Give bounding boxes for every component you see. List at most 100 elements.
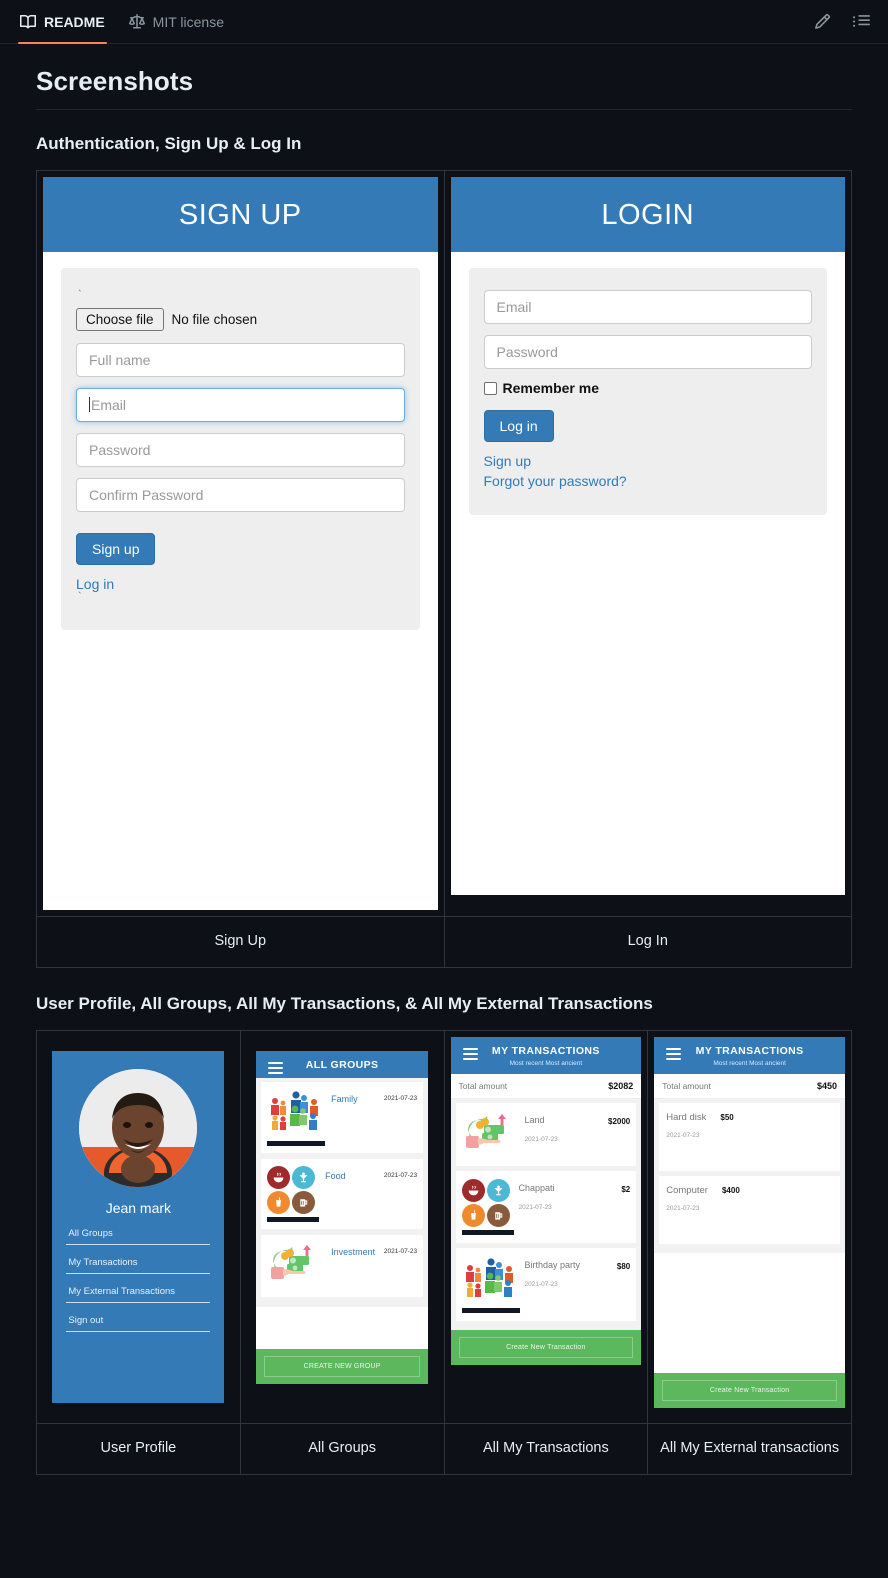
- cell-signup-mock: SIGN UP ` Choose file No file chosen Ful…: [36, 170, 445, 917]
- investment-money-icon: [462, 1111, 520, 1158]
- create-new-group-button[interactable]: CREATE NEW GROUP: [264, 1355, 421, 1377]
- profile-link-sign-out[interactable]: Sign out: [66, 1315, 211, 1332]
- transactions-sort-options[interactable]: Most recent Most ancient: [461, 1060, 632, 1067]
- login-submit-button[interactable]: Log in: [483, 410, 554, 442]
- caption-all-my-transactions: All My Transactions: [443, 1422, 649, 1475]
- profile-link-my-external-transactions[interactable]: My External Transactions: [66, 1286, 211, 1303]
- file-tab-bar: README MIT license: [0, 0, 888, 44]
- my-transactions-screen: MY TRANSACTIONS Most recent Most ancient…: [450, 1036, 642, 1365]
- caption-signup: Sign Up: [36, 916, 445, 968]
- list-item[interactable]: Birthday party 2021-07-23 $80: [455, 1247, 637, 1321]
- app-screenshot-table: Jean mark All Groups My Transactions My …: [36, 1029, 852, 1475]
- hamburger-icon[interactable]: [462, 1047, 478, 1063]
- transaction-name: Birthday party: [524, 1259, 581, 1270]
- signup-header: SIGN UP: [43, 177, 438, 252]
- cell-transactions-mock: MY TRANSACTIONS Most recent Most ancient…: [443, 1029, 649, 1424]
- groups-blank-area: [256, 1306, 429, 1349]
- fullname-input[interactable]: Full name: [76, 343, 405, 377]
- group-date: 2021-07-23: [383, 1094, 418, 1102]
- transaction-date: 2021-07-23: [666, 1204, 700, 1212]
- all-groups-screen: ALL GROUPS Family 2021-07-23 Food 2021-0…: [256, 1050, 429, 1384]
- transaction-amount: $80: [616, 1261, 631, 1271]
- hamburger-icon[interactable]: [268, 1061, 284, 1077]
- signup-form-panel: ` Choose file No file chosen Full name E…: [61, 268, 420, 630]
- profile-name: Jean mark: [105, 1199, 172, 1216]
- cell-external-transactions-mock: MY TRANSACTIONS Most recent Most ancient…: [647, 1029, 852, 1424]
- email-input-placeholder: Email: [91, 397, 127, 413]
- caption-all-groups: All Groups: [239, 1422, 445, 1475]
- list-item[interactable]: Hard disk $50 2021-07-23: [659, 1102, 840, 1171]
- icon-label-strip: [267, 1216, 320, 1222]
- signup-screen: SIGN UP ` Choose file No file chosen Ful…: [43, 177, 438, 910]
- scale-icon: [128, 13, 145, 30]
- total-amount-value: $450: [816, 1080, 837, 1091]
- external-sort-options[interactable]: Most recent Most ancient: [664, 1060, 835, 1067]
- create-new-transaction-button[interactable]: Create New Transaction: [458, 1336, 634, 1358]
- login-form-panel: Email Password Remember me Log in Sign u…: [468, 268, 827, 515]
- signup-link[interactable]: Sign up: [484, 453, 813, 469]
- list-item[interactable]: Computer $400 2021-07-23: [659, 1175, 840, 1244]
- file-tabs: README MIT license: [18, 0, 226, 44]
- total-amount-label: Total amount: [458, 1080, 508, 1091]
- outline-icon[interactable]: [853, 13, 870, 30]
- tab-mit-license-label: MIT license: [152, 13, 224, 30]
- confirm-password-input[interactable]: Confirm Password: [76, 478, 405, 512]
- icon-label-strip: [461, 1229, 514, 1235]
- forgot-password-link[interactable]: Forgot your password?: [484, 473, 813, 489]
- list-item[interactable]: Chappati 2021-07-23 $2: [455, 1170, 637, 1243]
- group-name: Food: [325, 1170, 346, 1181]
- icon-label-strip: [267, 1140, 326, 1146]
- avatar-upload-row: Choose file No file chosen: [76, 308, 405, 331]
- family-people-icon: [461, 1256, 520, 1313]
- list-item[interactable]: Food 2021-07-23: [261, 1158, 424, 1229]
- family-people-icon: [267, 1089, 326, 1146]
- remember-me-row[interactable]: Remember me: [483, 380, 813, 396]
- create-new-transaction-button[interactable]: Create New Transaction: [662, 1379, 837, 1401]
- remember-me-label: Remember me: [502, 380, 600, 396]
- book-icon: [20, 14, 36, 30]
- soup-icon: [267, 1165, 291, 1189]
- email-input[interactable]: Email: [76, 388, 405, 422]
- transaction-name: Land: [524, 1114, 545, 1125]
- dessert-icon: [292, 1165, 316, 1189]
- password-input[interactable]: Password: [76, 433, 405, 467]
- cell-login-mock: LOGIN Email Password Remember me Log in …: [443, 170, 852, 917]
- tab-readme[interactable]: README: [18, 0, 107, 44]
- transaction-date: 2021-07-23: [524, 1280, 558, 1288]
- profile-link-my-transactions[interactable]: My Transactions: [66, 1257, 211, 1274]
- external-header: MY TRANSACTIONS Most recent Most ancient: [654, 1036, 845, 1074]
- transaction-amount: $50: [720, 1112, 734, 1122]
- groups-title: ALL GROUPS: [305, 1058, 379, 1071]
- choose-file-button[interactable]: Choose file: [76, 308, 164, 331]
- food-icons: [461, 1178, 514, 1235]
- file-status-label: No file chosen: [171, 312, 258, 327]
- login-link[interactable]: Log in: [76, 576, 405, 592]
- edit-icon[interactable]: [814, 13, 831, 30]
- signup-tick-bottom: `: [78, 591, 82, 603]
- list-item[interactable]: Land 2021-07-23 $2000: [455, 1102, 637, 1166]
- tab-mit-license[interactable]: MIT license: [127, 0, 226, 43]
- caption-all-my-external-transactions: All My External transactions: [647, 1422, 852, 1475]
- transaction-date: 2021-07-23: [518, 1203, 552, 1211]
- table-row: Sign Up Log In: [36, 916, 852, 968]
- transaction-amount: $400: [721, 1185, 740, 1195]
- login-email-input[interactable]: Email: [483, 290, 812, 324]
- page-title: Screenshots: [36, 66, 852, 110]
- signup-submit-button[interactable]: Sign up: [76, 533, 156, 565]
- list-item[interactable]: Family 2021-07-23: [261, 1081, 424, 1153]
- beer-icon: [292, 1190, 316, 1214]
- auth-screenshot-table: SIGN UP ` Choose file No file chosen Ful…: [36, 170, 852, 968]
- file-actions: [814, 13, 870, 30]
- transaction-amount: $2: [621, 1184, 631, 1194]
- total-amount-label: Total amount: [662, 1080, 711, 1091]
- login-password-input[interactable]: Password: [483, 335, 812, 369]
- groups-list: Family 2021-07-23 Food 2021-07-23 Invest…: [256, 1077, 429, 1307]
- list-item[interactable]: Investment 2021-07-23: [261, 1234, 424, 1297]
- food-icons: [267, 1165, 320, 1222]
- external-transactions-screen: MY TRANSACTIONS Most recent Most ancient…: [654, 1036, 845, 1408]
- hamburger-icon[interactable]: [666, 1047, 682, 1063]
- remember-me-checkbox[interactable]: [483, 381, 497, 395]
- transactions-title: MY TRANSACTIONS: [491, 1044, 600, 1057]
- profile-link-all-groups[interactable]: All Groups: [66, 1228, 211, 1245]
- transaction-date: 2021-07-23: [666, 1131, 700, 1139]
